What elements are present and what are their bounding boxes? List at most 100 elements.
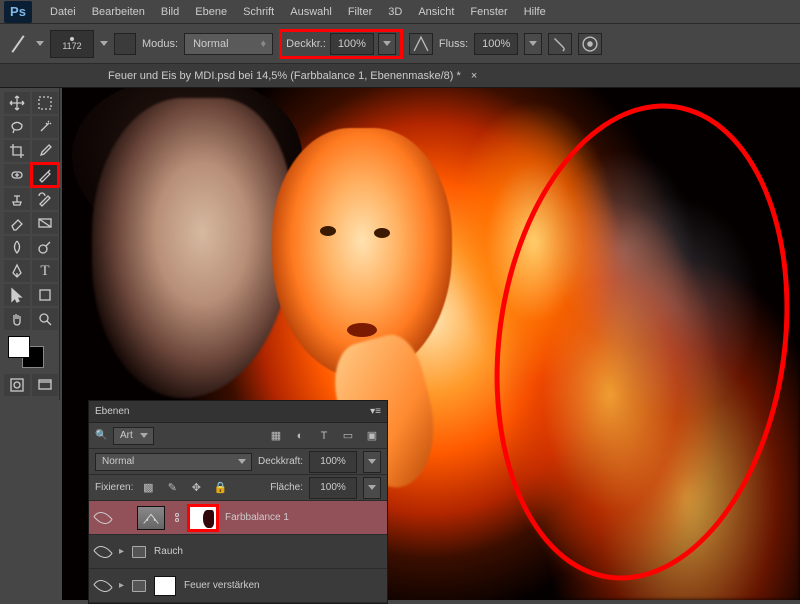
group-expand-icon[interactable]: ▸ (119, 546, 124, 557)
layer-row[interactable]: ▸ Feuer verstärken (89, 569, 387, 603)
filter-pixel-icon[interactable]: ▦ (267, 428, 285, 444)
lock-position-icon[interactable]: ✥ (187, 480, 205, 496)
layer-opacity-input[interactable]: 100% (309, 451, 357, 473)
color-swatches[interactable] (4, 332, 58, 372)
layer-blend-mode-select[interactable]: Normal (95, 453, 252, 471)
menu-view[interactable]: Ansicht (410, 6, 462, 18)
flow-input[interactable]: 100% (474, 33, 518, 55)
healing-brush-tool[interactable] (4, 164, 30, 186)
marquee-tool[interactable] (32, 92, 58, 114)
app-logo: Ps (4, 1, 32, 23)
blur-tool[interactable] (4, 236, 30, 258)
pressure-opacity-toggle[interactable] (409, 33, 433, 55)
filter-adjust-icon[interactable]: ◐ (291, 428, 309, 444)
layer-mask-thumb[interactable] (154, 576, 176, 596)
eraser-tool[interactable] (4, 212, 30, 234)
blend-mode-select[interactable]: Normal ♦ (184, 33, 273, 55)
screen-mode-toggle[interactable] (32, 374, 58, 396)
menu-type[interactable]: Schrift (235, 6, 282, 18)
artwork-eye (320, 226, 336, 236)
zoom-tool[interactable] (32, 308, 58, 330)
layer-filter-select[interactable]: Art (113, 427, 154, 445)
close-tab-icon[interactable]: × (471, 70, 477, 82)
artwork-woman-face (272, 128, 452, 378)
adjustment-thumb-icon (137, 506, 165, 530)
tools-panel: T (0, 88, 60, 400)
menu-bar: Ps Datei Bearbeiten Bild Ebene Schrift A… (0, 0, 800, 24)
folder-icon (132, 546, 146, 558)
fill-input[interactable]: 100% (309, 477, 357, 499)
brush-tool[interactable] (32, 164, 58, 186)
filter-smart-icon[interactable]: ▣ (363, 428, 381, 444)
menu-3d[interactable]: 3D (380, 6, 410, 18)
layer-mask-thumb[interactable] (189, 506, 217, 530)
visibility-toggle-icon[interactable] (95, 546, 111, 558)
foreground-color-swatch[interactable] (8, 336, 30, 358)
pen-tool[interactable] (4, 260, 30, 282)
layers-panel-title: Ebenen (95, 406, 129, 417)
artwork-eye (374, 228, 390, 238)
brush-panel-toggle[interactable] (114, 33, 136, 55)
layer-name[interactable]: Rauch (154, 546, 183, 557)
artwork-lips (347, 323, 377, 337)
lock-label: Fixieren: (95, 482, 133, 493)
clone-stamp-tool[interactable] (4, 188, 30, 210)
link-icon[interactable] (173, 510, 181, 526)
filter-type-icon[interactable]: T (315, 428, 333, 444)
layers-panel: Ebenen ▾≡ 🔍 Art ▦ ◐ T ▭ ▣ Normal Deckkra… (88, 400, 388, 604)
fill-dropdown[interactable] (363, 477, 381, 499)
airbrush-toggle[interactable] (548, 33, 572, 55)
menu-image[interactable]: Bild (153, 6, 187, 18)
quick-mask-toggle[interactable] (4, 374, 30, 396)
move-tool[interactable] (4, 92, 30, 114)
brush-preset-dropdown-icon[interactable] (100, 41, 108, 46)
brush-size-value: 1172 (62, 41, 81, 51)
visibility-toggle-icon[interactable] (95, 580, 111, 592)
layer-row[interactable]: Farbbalance 1 (89, 501, 387, 535)
options-bar: 1172 Modus: Normal ♦ Deckkr.: 100% Fluss… (0, 24, 800, 64)
opacity-dropdown[interactable] (378, 33, 396, 55)
opacity-input[interactable]: 100% (330, 33, 374, 55)
lock-transparency-icon[interactable]: ▩ (139, 480, 157, 496)
gradient-tool[interactable] (32, 212, 58, 234)
dodge-tool[interactable] (32, 236, 58, 258)
crop-tool[interactable] (4, 140, 30, 162)
layer-opacity-dropdown[interactable] (363, 451, 381, 473)
document-tab[interactable]: Feuer und Eis by MDI.psd bei 14,5% (Farb… (100, 64, 485, 88)
menu-select[interactable]: Auswahl (282, 6, 340, 18)
lock-pixels-icon[interactable]: ✎ (163, 480, 181, 496)
magic-wand-tool[interactable] (32, 116, 58, 138)
lock-all-icon[interactable]: 🔒 (211, 480, 229, 496)
layer-name[interactable]: Farbbalance 1 (225, 512, 289, 523)
shape-tool[interactable] (32, 284, 58, 306)
filter-shape-icon[interactable]: ▭ (339, 428, 357, 444)
tool-indicator-brush-icon (6, 32, 30, 56)
history-brush-tool[interactable] (32, 188, 58, 210)
document-tab-bar: Feuer und Eis by MDI.psd bei 14,5% (Farb… (0, 64, 800, 88)
brush-preset-picker[interactable]: 1172 (50, 30, 94, 58)
fill-label: Fläche: (270, 482, 303, 493)
layer-row[interactable]: ▸ Rauch (89, 535, 387, 569)
menu-file[interactable]: Datei (42, 6, 84, 18)
menu-filter[interactable]: Filter (340, 6, 380, 18)
panel-menu-icon[interactable]: ▾≡ (370, 406, 381, 417)
menu-layer[interactable]: Ebene (187, 6, 235, 18)
eyedropper-tool[interactable] (32, 140, 58, 162)
menu-edit[interactable]: Bearbeiten (84, 6, 153, 18)
opacity-label: Deckkr.: (286, 38, 326, 50)
pressure-size-toggle[interactable] (578, 33, 602, 55)
visibility-toggle-icon[interactable] (95, 512, 111, 524)
tool-preset-dropdown-icon[interactable] (36, 41, 44, 46)
group-expand-icon[interactable]: ▸ (119, 580, 124, 591)
layer-opacity-label: Deckkraft: (258, 456, 303, 467)
flow-dropdown[interactable] (524, 33, 542, 55)
lasso-tool[interactable] (4, 116, 30, 138)
type-tool[interactable]: T (32, 260, 58, 282)
path-selection-tool[interactable] (4, 284, 30, 306)
menu-window[interactable]: Fenster (462, 6, 515, 18)
hand-tool[interactable] (4, 308, 30, 330)
menu-help[interactable]: Hilfe (516, 6, 554, 18)
folder-icon (132, 580, 146, 592)
layer-name[interactable]: Feuer verstärken (184, 580, 260, 591)
document-title: Feuer und Eis by MDI.psd bei 14,5% (Farb… (108, 70, 461, 82)
